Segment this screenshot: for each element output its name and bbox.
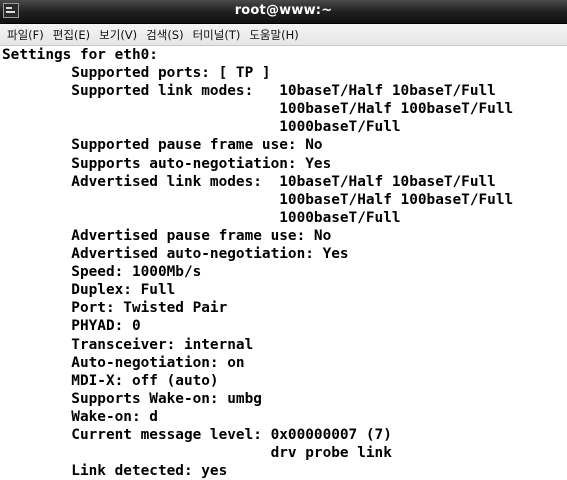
menu-help[interactable]: 도움말(H) (246, 27, 301, 43)
title-bar[interactable]: root@www:~ (0, 0, 567, 24)
terminal-line: MDI-X: off (auto) (2, 372, 219, 389)
terminal-line: Supported pause frame use: No (2, 137, 323, 154)
terminal-line: Advertised pause frame use: No (2, 227, 332, 244)
terminal-line: 1000baseT/Full (2, 209, 401, 226)
terminal-line: Settings for eth0: (2, 47, 158, 63)
terminal-line: Transceiver: internal (2, 336, 254, 353)
menu-file[interactable]: 파일(F) (4, 27, 47, 43)
menu-bar: 파일(F) 편집(E) 보기(V) 검색(S) 터미널(T) 도움말(H) (0, 24, 567, 46)
terminal-line: Current message level: 0x00000007 (7) (2, 426, 392, 443)
terminal-line: Supported ports: [ TP ] (2, 65, 271, 82)
terminal-output[interactable]: Settings for eth0: Supported ports: [ TP… (0, 46, 567, 480)
menu-view[interactable]: 보기(V) (96, 27, 140, 43)
terminal-line: Port: Twisted Pair (2, 300, 228, 317)
terminal-line: Speed: 1000Mb/s (2, 264, 202, 281)
terminal-line: Wake-on: d (2, 408, 158, 425)
terminal-line: Advertised auto-negotiation: Yes (2, 246, 349, 263)
terminal-line: Advertised link modes: 10baseT/Half 10ba… (2, 173, 496, 190)
menu-terminal[interactable]: 터미널(T) (190, 27, 244, 43)
terminal-line: drv probe link (2, 445, 392, 462)
menu-edit[interactable]: 편집(E) (50, 27, 93, 43)
terminal-line: Supports Wake-on: umbg (2, 390, 262, 407)
terminal-line: 100baseT/Half 100baseT/Full (2, 191, 514, 208)
window-title: root@www:~ (234, 3, 333, 18)
menu-search[interactable]: 검색(S) (143, 27, 186, 43)
terminal-line: Supported link modes: 10baseT/Half 10bas… (2, 83, 496, 100)
terminal-text: Settings for eth0: Supported ports: [ TP… (0, 46, 567, 480)
terminal-window: root@www:~ 파일(F) 편집(E) 보기(V) 검색(S) 터미널(T… (0, 0, 567, 480)
terminal-line: Duplex: Full (2, 282, 176, 299)
terminal-line: Supports auto-negotiation: Yes (2, 155, 332, 172)
terminal-line: Link detected: yes (2, 463, 228, 480)
terminal-line: 1000baseT/Full (2, 119, 401, 136)
terminal-line: Auto-negotiation: on (2, 354, 245, 371)
terminal-line: PHYAD: 0 (2, 318, 141, 335)
terminal-line: 100baseT/Half 100baseT/Full (2, 101, 514, 118)
